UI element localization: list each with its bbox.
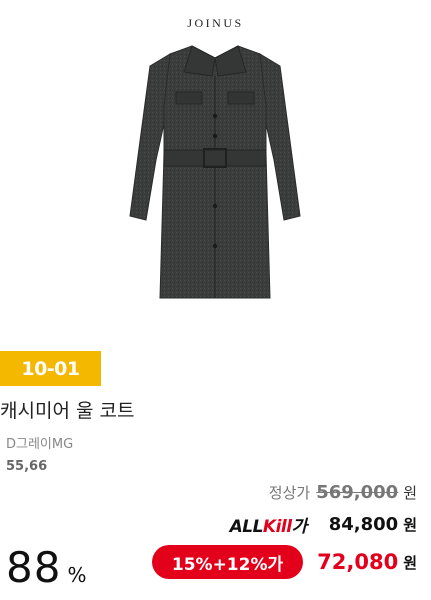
regular-price-row: 정상가 569,000 원 — [269, 482, 417, 503]
currency-unit: 원 — [403, 484, 417, 502]
regular-price-label: 정상가 — [268, 484, 311, 502]
coat-illustration — [129, 45, 301, 299]
product-name[interactable]: 캐시미어 울 코트 — [0, 396, 134, 423]
rate-value: 88 — [6, 543, 62, 592]
product-image[interactable]: JOINUS — [0, 0, 431, 340]
date-badge: 10-01 — [0, 351, 101, 386]
sale-price-row: 15%+12%가 72,080 원 — [151, 545, 417, 579]
allkill-logo: ALLKill가 — [229, 512, 308, 537]
product-color: D그레이MG — [6, 437, 74, 452]
brand-logo: JOINUS — [187, 16, 244, 30]
currency-unit: 원 — [403, 553, 417, 572]
regular-price-value: 569,000 — [316, 482, 399, 503]
allkill-logo-suffix: 가 — [291, 517, 308, 537]
currency-unit: 원 — [403, 516, 417, 534]
rate-block: 88 % — [6, 543, 86, 592]
sale-price-value: 72,080 — [317, 550, 399, 574]
rate-unit: % — [67, 563, 87, 587]
allkill-logo-kill: Kill — [262, 517, 292, 537]
allkill-price-value: 84,800 — [328, 514, 399, 535]
discount-badge: 15%+12%가 — [151, 545, 304, 579]
allkill-price-row: ALLKill가 84,800 원 — [230, 512, 417, 537]
product-sizes: 55,66 — [6, 459, 48, 474]
allkill-logo-all: ALL — [229, 517, 264, 537]
